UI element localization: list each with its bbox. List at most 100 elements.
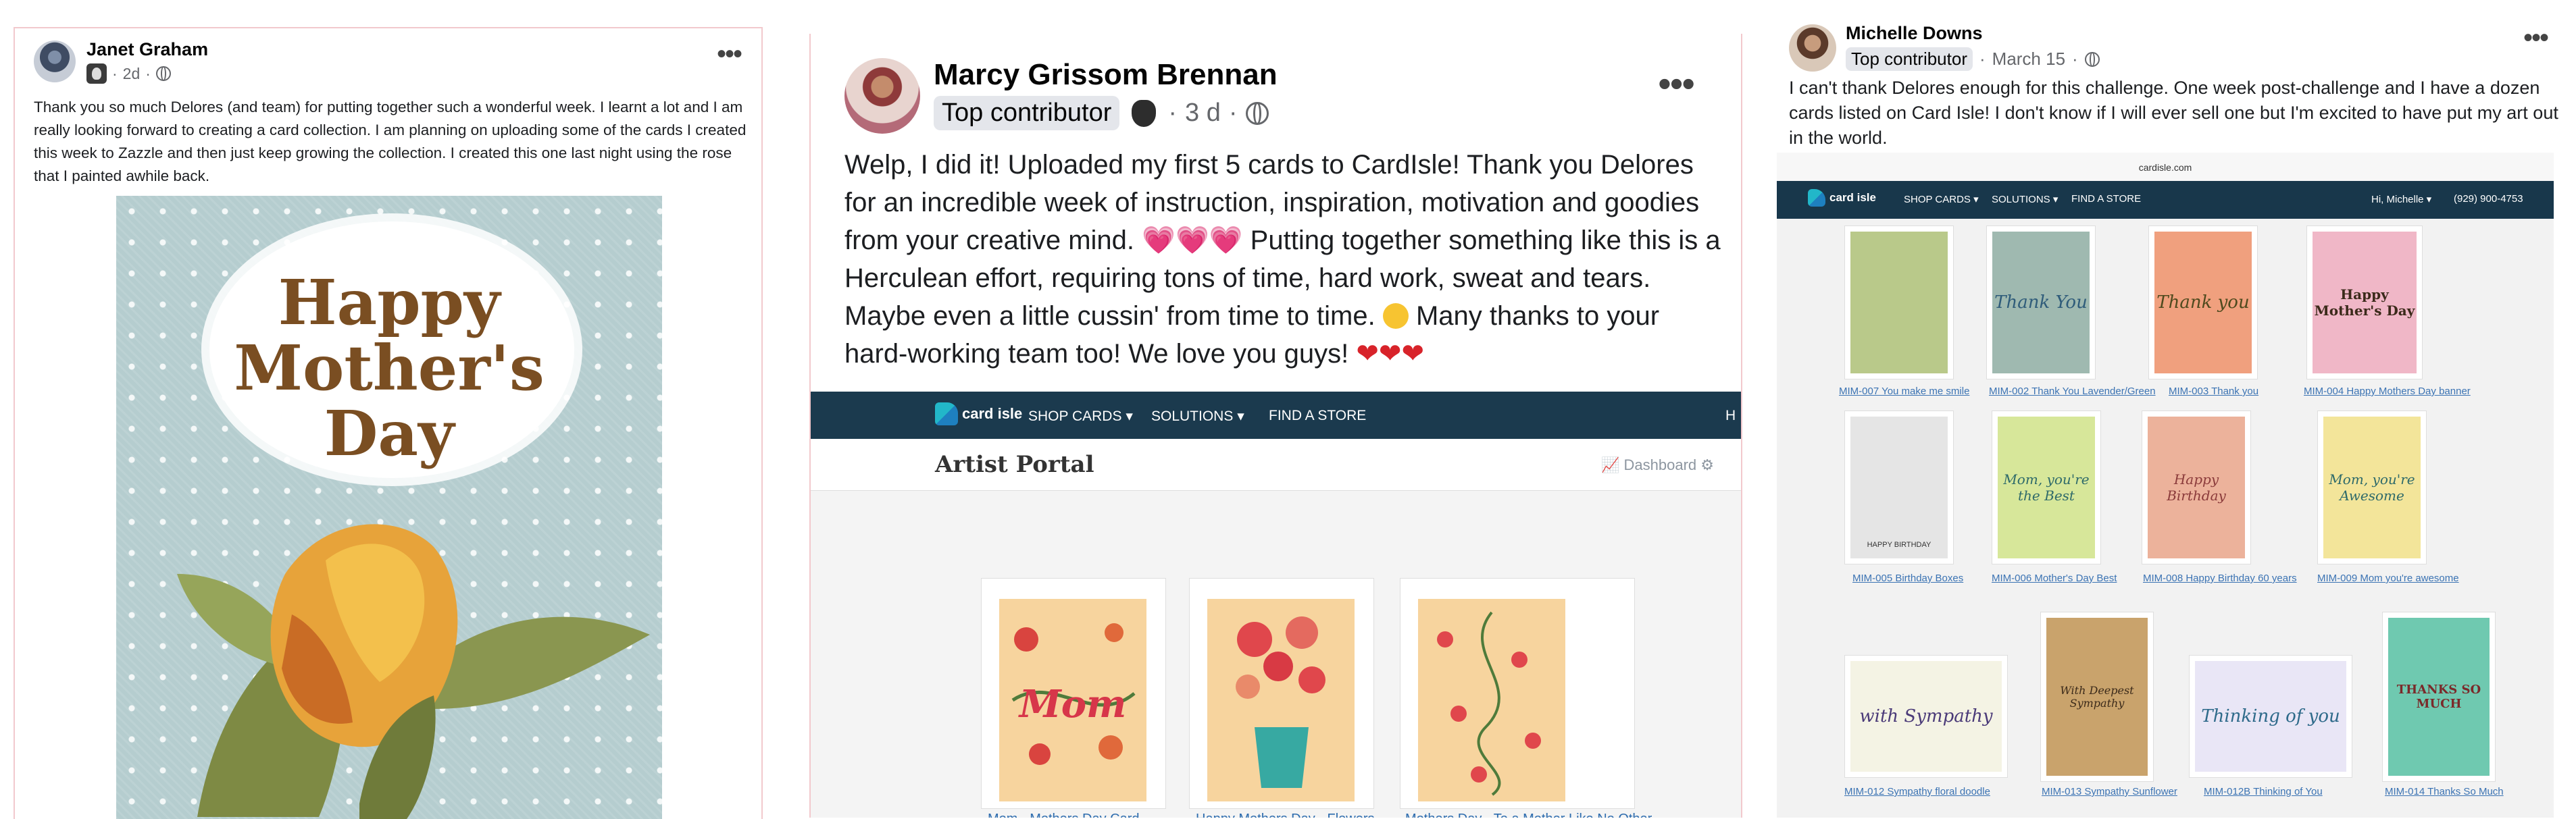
cardisle-store-screenshot[interactable]: cardisle.com card isle SHOP CARDS ▾ SOLU…: [1777, 153, 2554, 818]
dashboard-link[interactable]: 📈 Dashboard ⚙: [1601, 456, 1714, 474]
nav-shop-cards[interactable]: SHOP CARDS ▾: [1904, 193, 1979, 205]
post-janet-graham: Janet Graham · 2d · ••• Thank you so muc…: [14, 27, 763, 819]
nav-solutions[interactable]: SOLUTIONS ▾: [1992, 193, 2058, 205]
card-mothers-day-banner-art: Happy Mother's Day: [2313, 232, 2417, 373]
cardisle-logo-icon: [1808, 189, 1825, 207]
card-thank-you-lavender-art: Thank You: [1992, 232, 2090, 373]
globe-icon: [155, 66, 171, 81]
nav-find-a-store[interactable]: FIND A STORE: [2071, 193, 2141, 205]
post-time[interactable]: 3 d: [1185, 99, 1221, 128]
portal-card-frame[interactable]: Mom: [981, 578, 1166, 809]
post-text: Thank you so much Delores (and team) for…: [34, 99, 747, 184]
floral-vine-art: [1437, 611, 1541, 796]
red-hearts-emoji: ❤❤❤: [1356, 339, 1424, 369]
card-link[interactable]: MIM-002 Thank You Lavender/Green: [1989, 386, 2156, 397]
user-menu[interactable]: Hi, Michelle ▾: [2371, 193, 2431, 205]
post-marcy-grissom-brennan: Marcy Grissom Brennan Top contributor · …: [809, 34, 1742, 818]
cardisle-logo[interactable]: card isle: [1808, 189, 1876, 207]
store-card[interactable]: HAPPY BIRTHDAY: [1844, 411, 1954, 564]
svg-text:Mom: Mom: [1018, 682, 1127, 726]
store-card[interactable]: THANKS SO MUCH: [2382, 612, 2496, 782]
avatar[interactable]: [34, 41, 76, 82]
card-birthday-60-art: Happy Birthday: [2148, 417, 2245, 558]
phone-number[interactable]: (929) 900-4753: [2454, 193, 2523, 205]
store-card[interactable]: Thank you: [2148, 226, 2258, 379]
grin-emoji-icon: [1382, 303, 1409, 329]
floral-art: Mom: [1011, 623, 1136, 765]
artist-portal-screenshot[interactable]: card isle SHOP CARDS ▾ SOLUTIONS ▾ FIND …: [811, 392, 1741, 818]
card-thank-you-art: Thank you: [2154, 232, 2252, 373]
card-mother-like-no-other-art: [1418, 599, 1565, 801]
store-card[interactable]: Happy Birthday: [2142, 411, 2251, 564]
card-thanks-so-much-art: THANKS SO MUCH: [2388, 618, 2490, 776]
card-link[interactable]: MIM-008 Happy Birthday 60 years: [2143, 573, 2297, 584]
author-name[interactable]: Michelle Downs: [1846, 23, 1983, 44]
nav-find-a-store[interactable]: FIND A STORE: [1269, 408, 1366, 424]
post-image-mothers-day-card[interactable]: Happy Mother's Day: [116, 196, 662, 819]
portal-card-frame[interactable]: [1189, 578, 1374, 809]
card-sympathy-sunflower-art: With Deepest Sympathy: [2046, 618, 2148, 776]
card-link[interactable]: MIM-009 Mom you're awesome: [2317, 573, 2459, 584]
cardisle-logo-icon: [935, 402, 958, 425]
card-link[interactable]: MIM-012 Sympathy floral doodle: [1844, 786, 1990, 797]
card-link[interactable]: MIM-014 Thanks So Much: [2385, 786, 2504, 797]
store-card[interactable]: Thinking of you: [2189, 655, 2352, 778]
store-card[interactable]: Happy Mother's Day: [2306, 226, 2423, 379]
nav-cut-item[interactable]: H: [1725, 408, 1736, 424]
card-link[interactable]: MIM-006 Mother's Day Best: [1992, 573, 2117, 584]
store-card[interactable]: [1844, 226, 1954, 379]
card-thinking-of-you-art: Thinking of you: [2195, 661, 2346, 772]
author-name[interactable]: Marcy Grissom Brennan: [934, 58, 1278, 92]
cardisle-logo[interactable]: card isle: [935, 402, 1022, 425]
avatar[interactable]: [844, 58, 920, 134]
cardisle-navbar: card isle SHOP CARDS ▾ SOLUTIONS ▾ FIND …: [811, 392, 1741, 439]
card-you-make-me-smile-art: [1850, 232, 1948, 373]
post-text: Welp, I did it! Uploaded my first 5 card…: [844, 150, 1721, 369]
more-options-button[interactable]: •••: [2523, 24, 2549, 51]
nav-shop-cards[interactable]: SHOP CARDS ▾: [1028, 408, 1133, 425]
store-card[interactable]: with Sympathy: [1844, 655, 2008, 778]
author-name[interactable]: Janet Graham: [86, 39, 208, 60]
card-link[interactable]: MIM-004 Happy Mothers Day banner: [2304, 386, 2471, 397]
contributor-badge-icon: [86, 63, 107, 84]
vase-flowers-art: [1236, 616, 1325, 788]
post-meta: Top contributor · 3 d ·: [934, 96, 1269, 130]
card-link[interactable]: MIM-012B Thinking of You: [2204, 786, 2323, 797]
post-michelle-downs: Michelle Downs Top contributor · March 1…: [1777, 0, 2576, 818]
cardisle-navbar: card isle SHOP CARDS ▾ SOLUTIONS ▾ FIND …: [1777, 181, 2554, 219]
card-link-mother-like-no-other[interactable]: Mothers Day - To a Mother Like No Other: [1405, 812, 1652, 818]
store-card[interactable]: Mom, you're Awesome: [2317, 411, 2427, 564]
card-link[interactable]: MIM-003 Thank you: [2169, 386, 2258, 397]
portal-header: Artist Portal 📈 Dashboard ⚙: [811, 439, 1741, 491]
avatar[interactable]: [1789, 24, 1836, 72]
card-link[interactable]: MIM-013 Sympathy Sunflower: [2042, 786, 2177, 797]
pink-hearts-emoji: 💗💗💗: [1142, 226, 1243, 255]
card-link-flowers[interactable]: Happy Mothers Day - Flowers: [1196, 812, 1375, 818]
post-time[interactable]: March 15: [1992, 49, 2065, 70]
card-mothers-day-best-art: Mom, you're the Best: [1998, 417, 2095, 558]
browser-url-bar: cardisle.com: [1777, 153, 2554, 181]
store-card[interactable]: With Deepest Sympathy: [2040, 612, 2154, 782]
card-mom-awesome-art: Mom, you're Awesome: [2323, 417, 2421, 558]
store-card[interactable]: Thank You: [1986, 226, 2096, 379]
more-options-button[interactable]: •••: [717, 41, 742, 68]
post-text: I can't thank Delores enough for this ch…: [1789, 78, 2558, 148]
store-card[interactable]: Mom, you're the Best: [1992, 411, 2101, 564]
card-link[interactable]: MIM-007 You make me smile: [1839, 386, 1969, 397]
portal-title: Artist Portal: [935, 451, 1094, 478]
globe-icon: [1245, 101, 1269, 125]
post-time[interactable]: 2d: [123, 65, 141, 83]
card-mom-art: Mom: [999, 599, 1146, 801]
card-link-mom[interactable]: Mom - Mothers Day Card: [988, 812, 1140, 818]
card-birthday-boxes-art: HAPPY BIRTHDAY: [1850, 417, 1948, 558]
portal-card-frame[interactable]: [1400, 578, 1635, 809]
rose-illustration: [177, 524, 650, 819]
card-sympathy-floral-art: with Sympathy: [1850, 661, 2002, 772]
nav-solutions[interactable]: SOLUTIONS ▾: [1151, 408, 1244, 425]
top-contributor-badge: Top contributor: [934, 96, 1120, 130]
card-link[interactable]: MIM-005 Birthday Boxes: [1852, 573, 1963, 584]
more-options-button[interactable]: •••: [1658, 65, 1695, 103]
contributor-badge-icon: [1128, 97, 1160, 130]
post-meta: Top contributor · March 15 ·: [1846, 47, 2100, 71]
card-flowers-art: [1207, 599, 1355, 801]
